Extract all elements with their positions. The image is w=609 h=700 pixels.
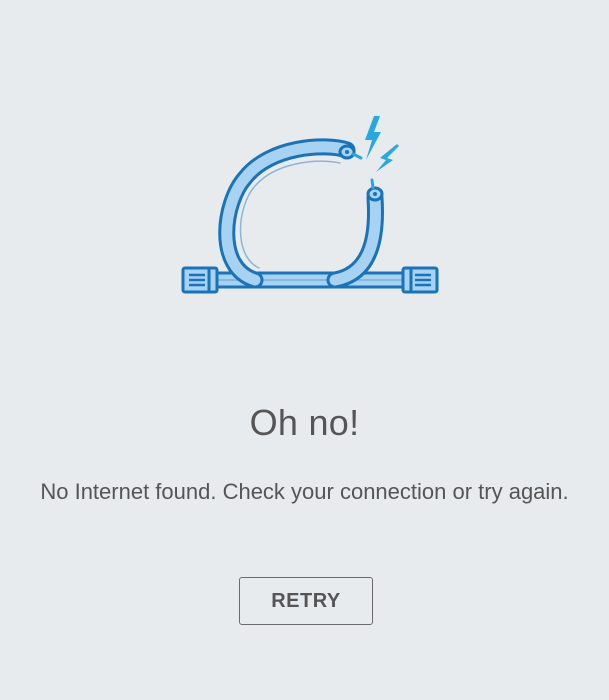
retry-button[interactable]: RETRY xyxy=(239,577,373,625)
no-internet-screen: Oh no! No Internet found. Check your con… xyxy=(0,0,609,700)
broken-cable-icon xyxy=(175,108,445,303)
page-title: Oh no! xyxy=(249,402,360,443)
error-message: No Internet found. Check your connection… xyxy=(40,479,569,504)
